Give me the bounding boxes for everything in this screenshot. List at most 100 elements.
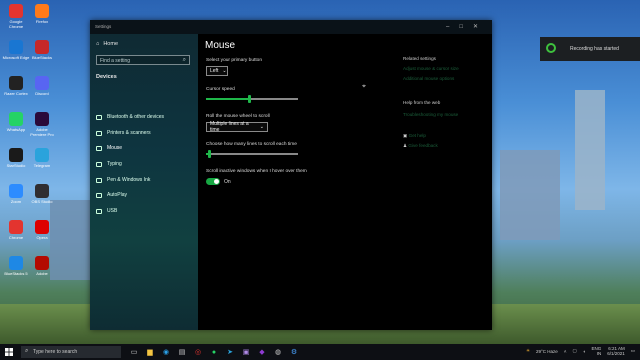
desktop-icon[interactable]: Discord: [28, 76, 56, 96]
lines-slider[interactable]: [206, 150, 298, 158]
media-icon[interactable]: ◆: [256, 346, 268, 358]
desktop-icon[interactable]: Telegram: [28, 148, 56, 168]
mouse-icon: [96, 145, 102, 151]
help-icon: ▣: [403, 133, 408, 138]
help-title: Help from the web: [403, 100, 441, 105]
desktop-icon-label: Discord: [35, 91, 49, 96]
recording-icon: [546, 43, 556, 53]
desktop-icon[interactable]: BlueStacks: [28, 40, 56, 60]
sidebar-item-printers[interactable]: Printers & scanners: [96, 130, 151, 136]
mouse-pointer-icon: ⌖: [362, 83, 366, 90]
clock-date: 6/1/2021: [607, 351, 625, 356]
close-button[interactable]: ✕: [473, 24, 488, 30]
edge-icon[interactable]: ◉: [160, 346, 172, 358]
sidebar-section-title: Devices: [96, 74, 117, 80]
scroll-wheel-select[interactable]: Multiple lines at a time ⌄: [206, 121, 268, 133]
chevron-up-icon[interactable]: ˄: [564, 349, 567, 354]
chevron-down-icon: ⌄: [259, 124, 264, 130]
sidebar-item-pen[interactable]: Pen & Windows Ink: [96, 177, 150, 183]
primary-button-select[interactable]: Left ⌄: [206, 66, 228, 76]
sidebar-item-label: AutoPlay: [107, 192, 128, 198]
nav-home[interactable]: ⌂ Home: [96, 41, 118, 47]
language-region: IN: [596, 351, 602, 356]
give-feedback-row[interactable]: ♟ Give feedback: [403, 143, 438, 149]
notification-icon[interactable]: ▭: [631, 348, 635, 354]
obs-icon[interactable]: ◍: [272, 346, 284, 358]
desktop-icon-label: Zoom: [10, 199, 22, 204]
desktop-icon[interactable]: StarStudio: [2, 148, 30, 168]
desktop-icon[interactable]: Opera: [28, 220, 56, 240]
settings-window: Settings –□✕ ⌂ Home Find a setting ⌕ Dev…: [90, 20, 492, 330]
lines-thumb[interactable]: [208, 150, 211, 158]
windows-start-icon[interactable]: [5, 348, 13, 356]
sidebar-item-typing[interactable]: Typing: [96, 161, 122, 167]
inactive-scroll-state: On: [224, 179, 231, 185]
home-icon: ⌂: [96, 41, 100, 47]
sidebar-item-autoplay[interactable]: AutoPlay: [96, 192, 127, 198]
app-icon: [9, 4, 23, 18]
sidebar-item-usb[interactable]: USB: [96, 208, 117, 214]
printer-icon: [96, 130, 102, 136]
recording-notification[interactable]: Recording has started: [540, 37, 640, 61]
network-icon[interactable]: ▢: [572, 348, 576, 354]
system-tray: ☀ 29°C Haze ˄ ▢ ◖ ENG IN 6:21 AM 6/1/202…: [526, 346, 635, 356]
related-link-additional-options[interactable]: Additional mouse options: [403, 76, 454, 81]
minimize-button[interactable]: –: [446, 24, 459, 30]
get-help-link[interactable]: Get help: [409, 133, 426, 138]
language-indicator[interactable]: ENG IN: [591, 346, 601, 356]
give-feedback-link[interactable]: Give feedback: [408, 143, 437, 148]
sidebar-item-bluetooth[interactable]: Bluetooth & other devices: [96, 114, 164, 120]
app-icon: [35, 148, 49, 162]
inactive-scroll-label: Scroll inactive windows when I hover ove…: [206, 169, 307, 174]
related-link-cursor-size[interactable]: Adjust mouse & cursor size: [403, 66, 459, 71]
file-explorer-icon[interactable]: ▆: [144, 346, 156, 358]
desktop-icon[interactable]: Zoom: [2, 184, 30, 204]
wallpaper-building: [575, 90, 605, 210]
desktop-icon[interactable]: Adobe: [28, 256, 56, 276]
app-icon: [9, 148, 23, 162]
premiere-icon[interactable]: ▣: [240, 346, 252, 358]
nav-home-label: Home: [103, 41, 118, 47]
telegram-icon[interactable]: ➤: [224, 346, 236, 358]
desktop-icon[interactable]: Firefox: [28, 4, 56, 24]
cursor-speed-thumb[interactable]: [248, 95, 251, 103]
sidebar-item-label: Bluetooth & other devices: [107, 114, 164, 120]
desktop-icons: Google Chrome Firefox Microsoft Edge BlueSt…: [0, 0, 60, 344]
title-bar: Settings –□✕: [90, 20, 492, 34]
desktop-icon[interactable]: Microsoft Edge: [2, 40, 30, 60]
app-icon: [35, 4, 49, 18]
volume-icon[interactable]: ◖: [583, 349, 586, 354]
cursor-speed-fill: [206, 98, 249, 100]
weather-text[interactable]: 29°C Haze: [536, 349, 558, 354]
desktop-icon[interactable]: Chrome: [2, 220, 30, 240]
sidebar-item-label: Mouse: [107, 145, 123, 151]
taskbar-clock[interactable]: 6:21 AM 6/1/2021: [607, 346, 625, 356]
desktop-icon[interactable]: Google Chrome: [2, 4, 30, 29]
task-view-icon[interactable]: ▭: [128, 346, 140, 358]
desktop-icon[interactable]: Adobe Premiere Pro: [28, 112, 56, 137]
help-link-troubleshoot[interactable]: Troubleshooting my mouse: [403, 112, 458, 117]
store-icon[interactable]: ▤: [176, 346, 188, 358]
desktop-icon-label: OBS Studio: [31, 199, 53, 204]
taskbar: ⌕ Type here to search ▭ ▆ ◉ ▤ ◎ ● ➤ ▣ ◆ …: [0, 344, 640, 360]
get-help-row[interactable]: ▣ Get help: [403, 133, 426, 139]
desktop-icon[interactable]: BlueStacks 5: [2, 256, 30, 276]
desktop-icon[interactable]: OBS Studio: [28, 184, 56, 204]
app-icon: [35, 256, 49, 270]
desktop-icon[interactable]: WhatsApp: [2, 112, 30, 132]
sidebar-item-mouse[interactable]: Mouse: [96, 145, 122, 151]
cursor-speed-slider[interactable]: [206, 95, 298, 103]
maximize-button[interactable]: □: [459, 24, 473, 30]
desktop-icon[interactable]: Razer Cortex: [2, 76, 30, 96]
settings-gear-icon[interactable]: ⚙: [288, 346, 300, 358]
settings-sidebar: ⌂ Home Find a setting ⌕ Devices Bluetoot…: [90, 34, 198, 330]
sidebar-item-label: Typing: [107, 161, 122, 167]
settings-search-input[interactable]: Find a setting ⌕: [96, 55, 190, 65]
search-icon: ⌕: [25, 348, 29, 354]
taskbar-search-input[interactable]: ⌕ Type here to search: [21, 346, 121, 358]
inactive-scroll-toggle[interactable]: [206, 178, 220, 185]
autoplay-icon: [96, 192, 102, 198]
chrome-icon[interactable]: ◎: [192, 346, 204, 358]
whatsapp-icon[interactable]: ●: [208, 346, 220, 358]
app-icon: [9, 256, 23, 270]
